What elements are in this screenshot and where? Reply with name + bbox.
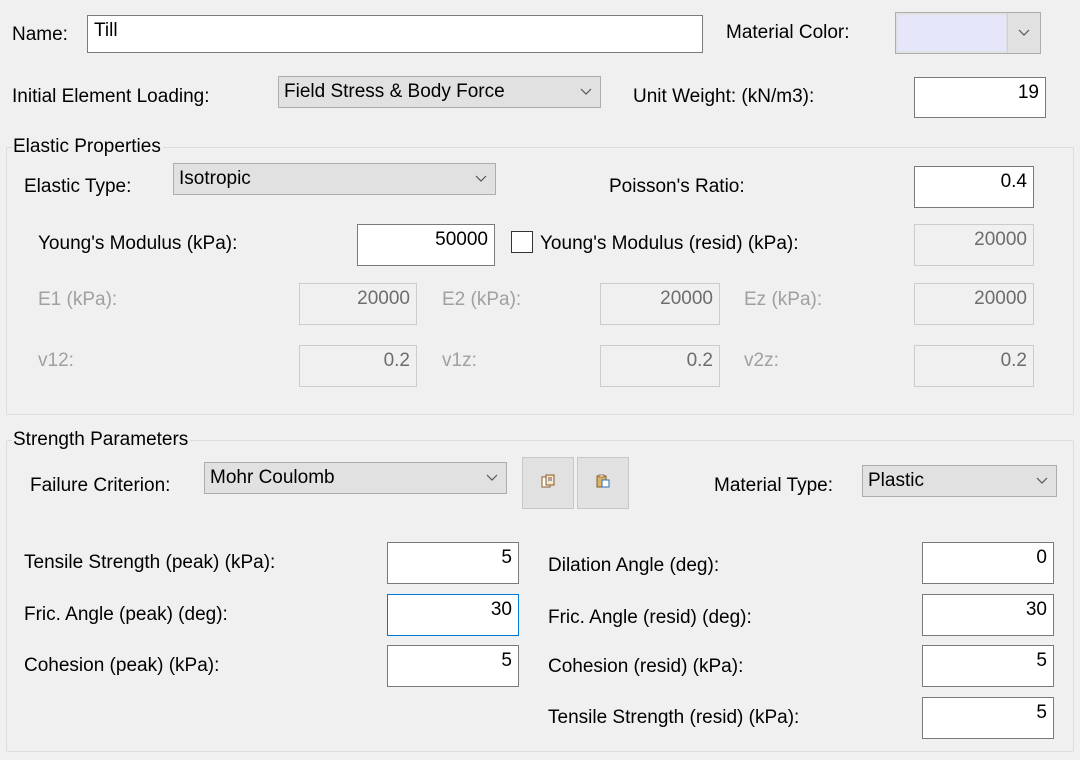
e1-label: E1 (kPa): [38,289,118,310]
copy-icon [541,472,555,494]
copy-button[interactable] [522,457,574,509]
e2-label: E2 (kPa): [442,289,522,310]
material-color-picker[interactable] [895,12,1041,54]
dilation-angle-label: Dilation Angle (deg): [548,555,720,576]
unit-weight-input[interactable]: 19 [914,77,1046,118]
failure-criterion-select[interactable]: Mohr Coulomb [204,462,507,494]
v2z-input: 0.2 [914,345,1034,387]
e2-input: 20000 [600,283,720,325]
tensile-peak-label: Tensile Strength (peak) (kPa): [24,552,276,573]
name-input[interactable]: Till [87,15,703,53]
cohesion-resid-label: Cohesion (resid) (kPa): [548,656,744,677]
v12-label: v12: [38,350,74,371]
poissons-ratio-input[interactable]: 0.4 [914,166,1034,208]
v12-input: 0.2 [299,345,417,387]
ez-input: 20000 [914,283,1034,325]
elastic-type-label: Elastic Type: [24,176,132,197]
youngs-modulus-input[interactable]: 50000 [357,224,495,266]
initial-loading-value: Field Stress & Body Force [284,81,505,102]
elastic-properties-title: Elastic Properties [12,136,163,158]
cohesion-resid-input[interactable]: 5 [922,645,1054,687]
cohesion-peak-input[interactable]: 5 [387,645,519,687]
elastic-type-value: Isotropic [179,168,251,189]
fric-angle-peak-label: Fric. Angle (peak) (deg): [24,604,228,625]
youngs-resid-checkbox[interactable] [511,231,533,253]
v2z-label: v2z: [744,350,779,371]
failure-criterion-value: Mohr Coulomb [210,467,335,488]
youngs-modulus-label: Young's Modulus (kPa): [38,233,238,254]
unit-weight-label: Unit Weight: (kN/m3): [633,86,815,107]
tensile-peak-input[interactable]: 5 [387,542,519,584]
paste-icon [596,472,610,494]
paste-button[interactable] [577,457,629,509]
name-label: Name: [12,24,68,45]
material-type-label: Material Type: [714,475,833,496]
failure-criterion-label: Failure Criterion: [30,475,171,496]
v1z-input: 0.2 [600,345,720,387]
chevron-down-icon [1036,466,1048,496]
v1z-label: v1z: [442,350,477,371]
chevron-down-icon [486,463,498,493]
cohesion-peak-label: Cohesion (peak) (kPa): [24,655,220,676]
fric-angle-resid-input[interactable]: 30 [922,594,1054,636]
ez-label: Ez (kPa): [744,289,823,310]
youngs-resid-label: Young's Modulus (resid) (kPa): [540,233,799,254]
chevron-down-icon [475,164,487,194]
elastic-type-select[interactable]: Isotropic [173,163,496,195]
fric-angle-peak-input[interactable]: 30 [387,594,519,636]
initial-loading-select[interactable]: Field Stress & Body Force [278,76,601,108]
material-color-label: Material Color: [726,22,850,43]
color-swatch [898,15,1006,51]
material-type-select[interactable]: Plastic [862,465,1057,497]
fric-angle-resid-label: Fric. Angle (resid) (deg): [548,607,752,628]
chevron-down-icon [580,77,592,107]
tensile-resid-input[interactable]: 5 [922,697,1054,739]
material-type-value: Plastic [868,470,924,491]
chevron-down-icon [1007,13,1040,53]
poissons-ratio-label: Poisson's Ratio: [609,176,745,197]
youngs-resid-input: 20000 [914,224,1034,266]
e1-input: 20000 [299,283,417,325]
dilation-angle-input[interactable]: 0 [922,542,1054,584]
tensile-resid-label: Tensile Strength (resid) (kPa): [548,707,800,728]
strength-parameters-title: Strength Parameters [12,429,191,451]
initial-loading-label: Initial Element Loading: [12,86,210,107]
